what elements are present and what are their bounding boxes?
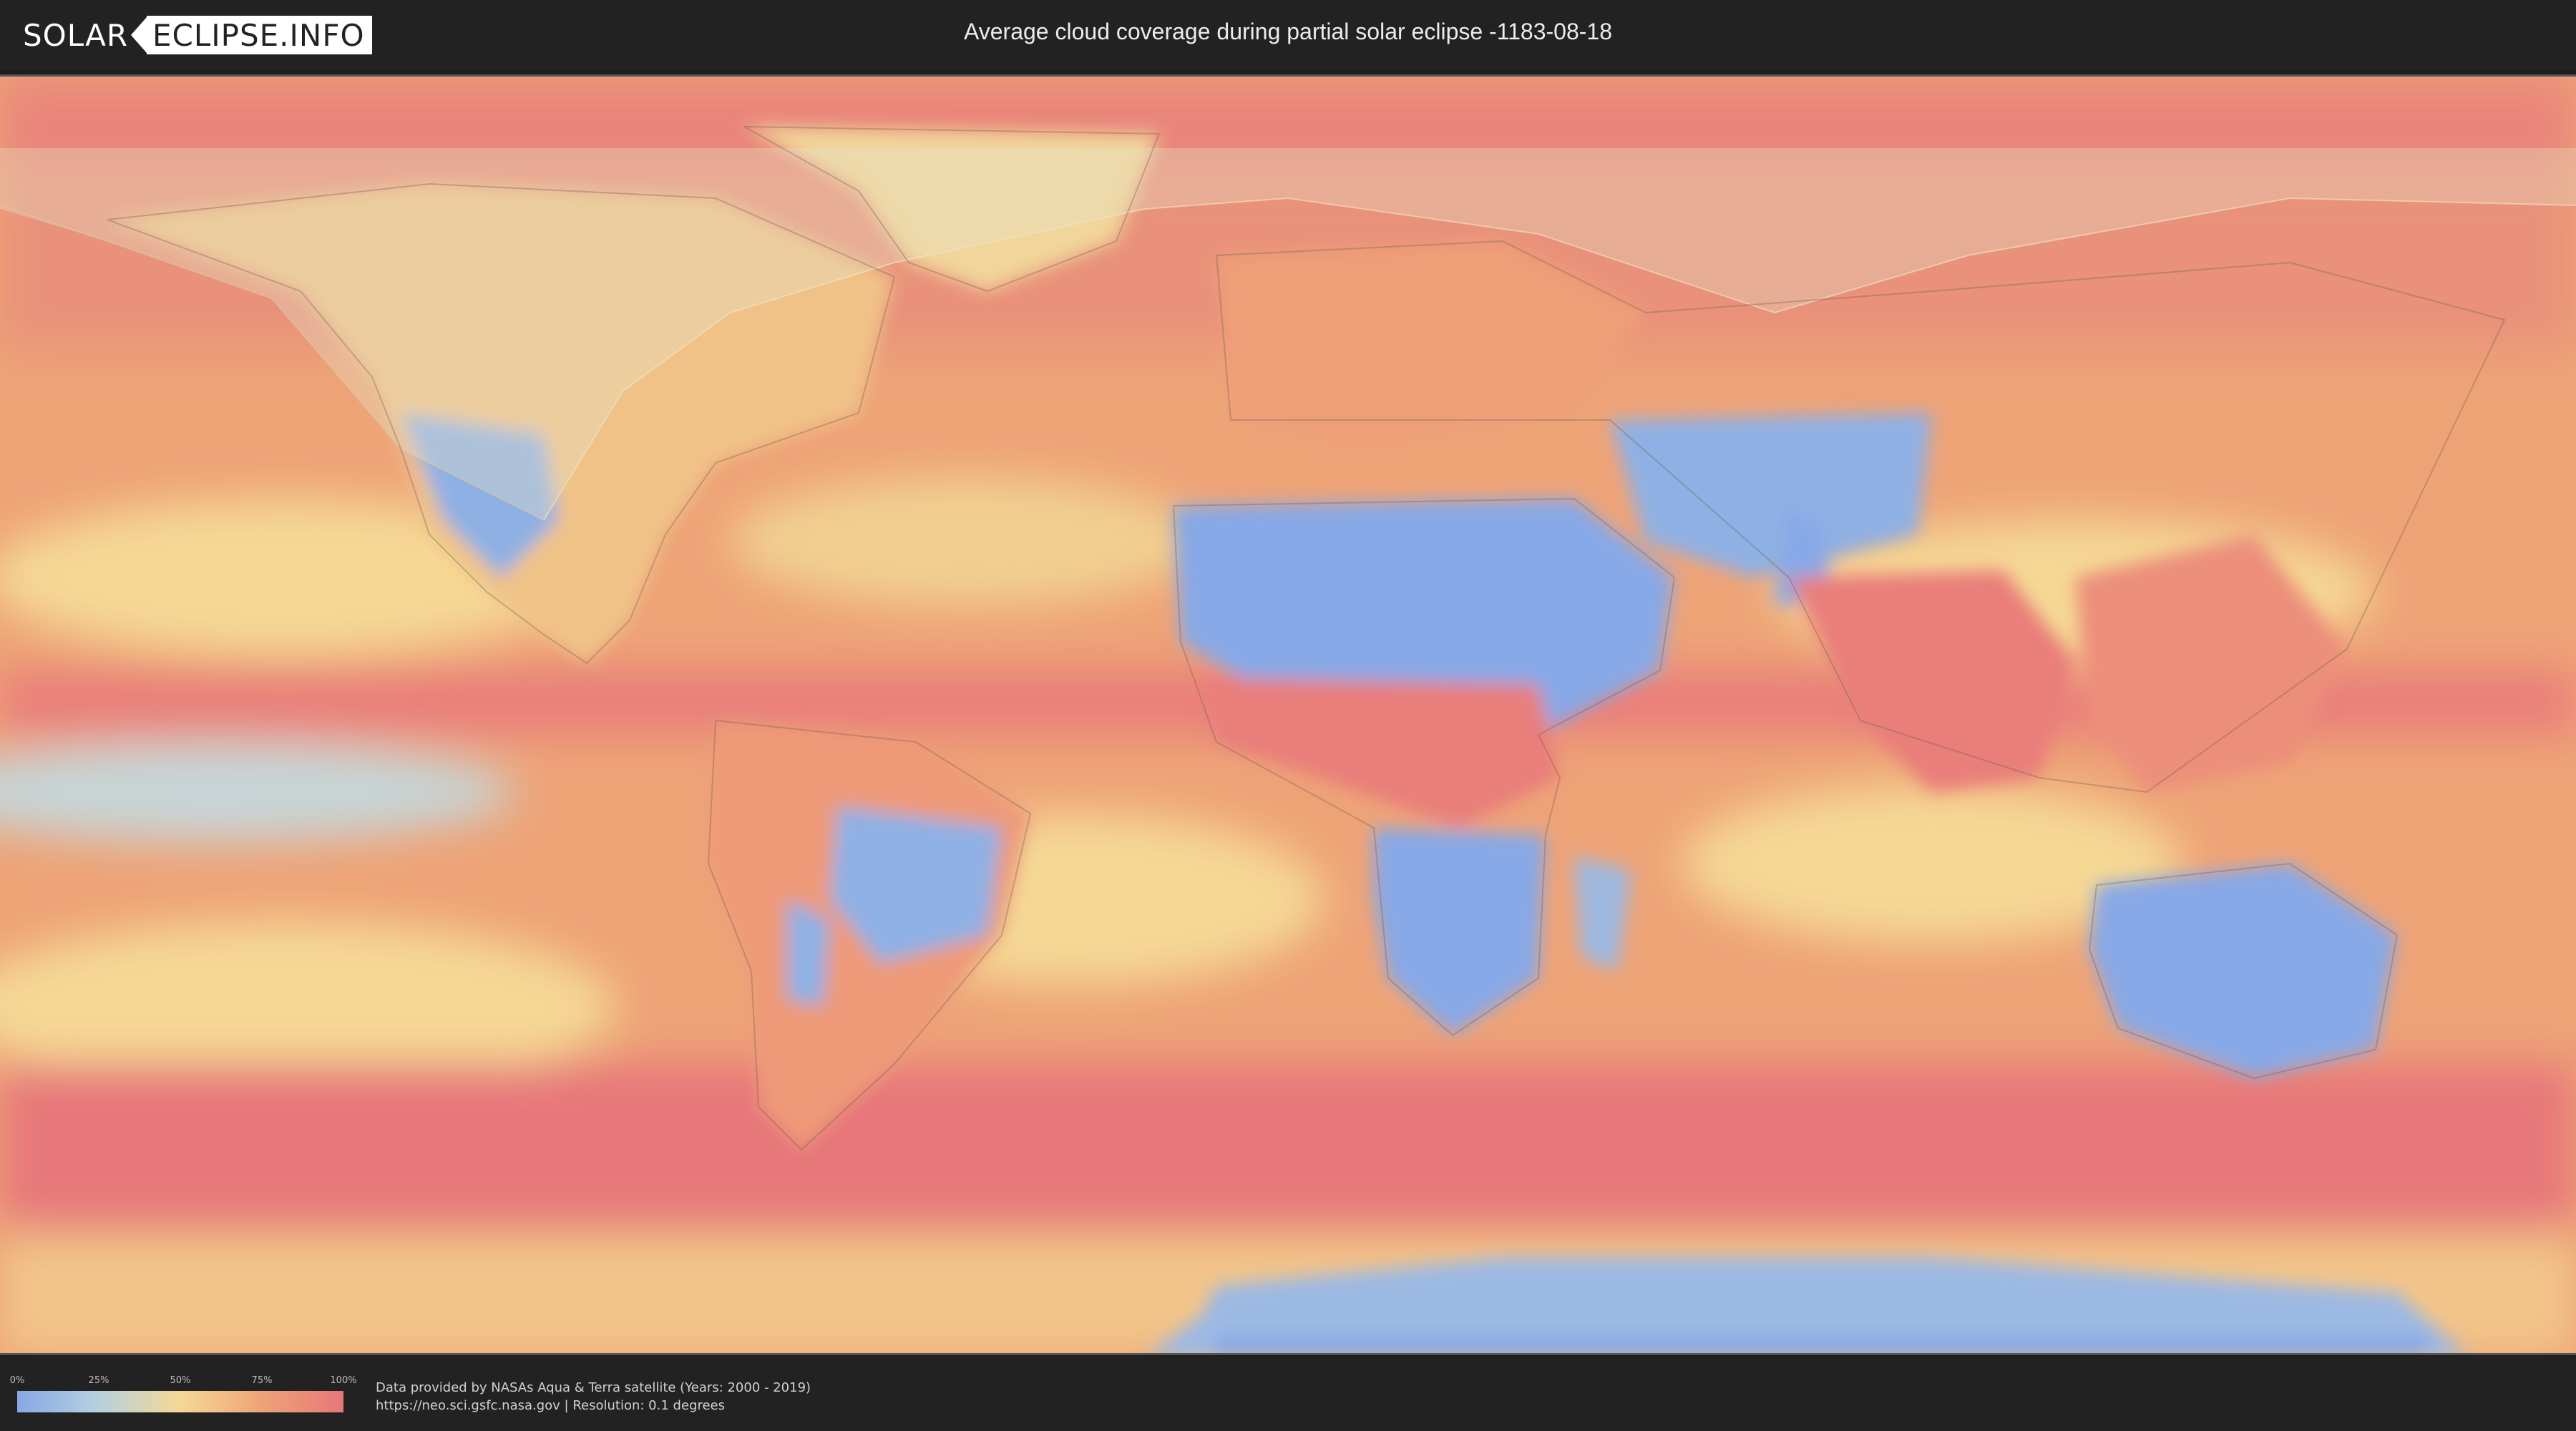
- legend-tick-100: 100%: [330, 1375, 357, 1386]
- page-title: Average cloud coverage during partial so…: [963, 19, 1613, 44]
- legend-tick-0: 0%: [9, 1375, 25, 1386]
- world-map-icon: [0, 77, 2576, 1353]
- legend-tick-25: 25%: [88, 1375, 109, 1386]
- data-credits: Data provided by NASAs Aqua & Terra sate…: [376, 1379, 811, 1415]
- header-bar: SOLAR ECLIPSE.INFO Average cloud coverag…: [0, 0, 2576, 70]
- credits-line-resolution: https://neo.sci.gsfc.nasa.gov | Resoluti…: [376, 1398, 725, 1413]
- cloud-coverage-map[interactable]: [0, 74, 2576, 1355]
- legend-tick-50: 50%: [170, 1375, 191, 1386]
- legend-tick-75: 75%: [251, 1375, 273, 1386]
- legend-ticks: 0% 25% 50% 75% 100%: [10, 1375, 357, 1387]
- credits-line-source: Data provided by NASAs Aqua & Terra sate…: [376, 1380, 811, 1395]
- legend-gradient-bar: [17, 1391, 343, 1412]
